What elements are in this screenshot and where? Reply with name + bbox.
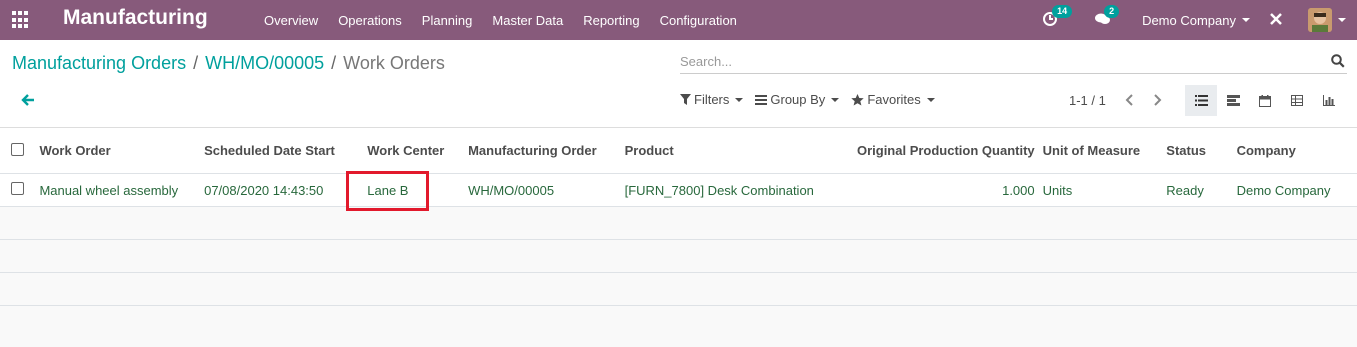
search-bar (680, 50, 1347, 74)
calendar-view-icon[interactable] (1249, 85, 1281, 116)
debug-tools-icon[interactable] (1268, 11, 1286, 29)
avatar[interactable] (1308, 8, 1332, 32)
search-options: Filters Group By Favorites (680, 92, 947, 107)
empty-row (0, 273, 1357, 306)
star-icon (851, 93, 865, 105)
gantt-view-icon[interactable] (1217, 85, 1249, 116)
select-all-checkbox[interactable] (11, 142, 24, 156)
cell-manufacturing-order[interactable]: WH/MO/00005 (464, 174, 621, 207)
chevron-down-icon (1242, 18, 1250, 22)
activity-icon[interactable]: 14 (1042, 5, 1073, 29)
table-row[interactable]: Manual wheel assembly 07/08/2020 14:43:5… (0, 171, 1357, 211)
table-header-row: Work Order Scheduled Date Start Work Cen… (0, 127, 1357, 174)
search-input[interactable] (680, 50, 1320, 72)
menu-planning[interactable]: Planning (412, 13, 483, 28)
groupby-dropdown[interactable]: Group By (755, 92, 840, 107)
breadcrumb: Manufacturing Orders / WH/MO/00005 / Wor… (12, 53, 445, 74)
user-menu-chevron-icon[interactable] (1338, 18, 1346, 22)
menu-overview[interactable]: Overview (254, 13, 328, 28)
activity-badge: 14 (1052, 5, 1073, 18)
chat-icon[interactable]: 2 (1094, 5, 1120, 29)
cell-product[interactable]: [FURN_7800] Desk Combination (621, 174, 853, 207)
search-icon[interactable] (1331, 54, 1345, 68)
row-checkbox[interactable] (11, 182, 24, 195)
groupby-label: Group By (770, 92, 826, 107)
pager-previous-icon[interactable] (1120, 92, 1140, 108)
pager: 1-1 / 1 (1069, 92, 1168, 108)
view-switcher (1185, 85, 1345, 116)
cell-unit-of-measure[interactable]: Units (1039, 174, 1163, 207)
chevron-down-icon (735, 97, 744, 102)
app-title[interactable]: Manufacturing (63, 6, 208, 30)
filters-dropdown[interactable]: Filters (680, 92, 744, 107)
pivot-view-icon[interactable] (1281, 85, 1313, 116)
chevron-down-icon (831, 97, 840, 102)
pager-value[interactable]: 1-1 / 1 (1069, 93, 1106, 108)
highlight-box (346, 171, 430, 211)
menu-operations[interactable]: Operations (328, 13, 412, 28)
favorites-label: Favorites (867, 92, 921, 107)
row-select-cell (0, 174, 35, 207)
cell-status[interactable]: Ready (1162, 174, 1232, 207)
column-header-unit-of-measure[interactable]: Unit of Measure (1039, 128, 1163, 174)
breadcrumb-mo[interactable]: WH/MO/00005 (205, 53, 324, 74)
column-header-original-production-quantity[interactable]: Original Production Quantity (853, 128, 1039, 174)
menu-configuration[interactable]: Configuration (650, 13, 747, 28)
filter-icon (680, 94, 691, 105)
cell-quantity[interactable]: 1.000 (853, 174, 1039, 207)
empty-row (0, 207, 1357, 240)
menu-reporting[interactable]: Reporting (573, 13, 649, 28)
column-header-work-center[interactable]: Work Center (363, 128, 464, 174)
select-all-cell (0, 128, 35, 174)
menu-master-data[interactable]: Master Data (482, 13, 573, 28)
breadcrumb-separator: / (331, 53, 337, 73)
chevron-down-icon (926, 97, 935, 102)
main-menu: Overview Operations Planning Master Data… (254, 0, 747, 40)
column-header-scheduled-date-start[interactable]: Scheduled Date Start (200, 128, 363, 174)
column-header-status[interactable]: Status (1162, 128, 1232, 174)
company-switcher[interactable]: Demo Company (1142, 13, 1250, 28)
systray: 14 2 Demo Company (1042, 0, 1357, 40)
apps-menu-icon[interactable] (12, 11, 30, 29)
breadcrumb-separator: / (193, 53, 199, 73)
column-header-company[interactable]: Company (1233, 128, 1357, 174)
filters-label: Filters (694, 92, 730, 107)
graph-view-icon[interactable] (1313, 85, 1345, 116)
favorites-dropdown[interactable]: Favorites (851, 92, 935, 107)
list-view-icon[interactable] (1185, 85, 1217, 116)
cell-work-order[interactable]: Manual wheel assembly (35, 174, 200, 207)
breadcrumb-manufacturing-orders[interactable]: Manufacturing Orders (12, 53, 186, 74)
top-navbar: Manufacturing Overview Operations Planni… (0, 0, 1357, 40)
cell-scheduled-date[interactable]: 07/08/2020 14:43:50 (200, 174, 363, 207)
back-arrow-icon[interactable] (20, 92, 36, 108)
column-header-manufacturing-order[interactable]: Manufacturing Order (464, 128, 621, 174)
cell-company[interactable]: Demo Company (1233, 174, 1357, 207)
cell-work-center-wrap[interactable]: Lane B (346, 171, 464, 211)
company-name: Demo Company (1142, 12, 1236, 28)
breadcrumb-current: Work Orders (343, 53, 445, 73)
column-header-work-order[interactable]: Work Order (35, 128, 200, 174)
list-icon (755, 95, 768, 105)
empty-row (0, 240, 1357, 273)
pager-next-icon[interactable] (1148, 92, 1168, 108)
column-header-product[interactable]: Product (621, 128, 853, 174)
work-orders-table: Work Order Scheduled Date Start Work Cen… (0, 127, 1357, 306)
message-badge: 2 (1104, 5, 1120, 18)
